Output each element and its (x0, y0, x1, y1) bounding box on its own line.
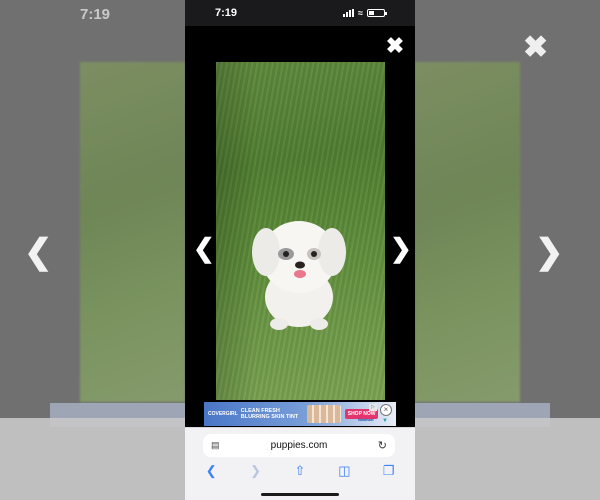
reload-icon[interactable]: ↻ (378, 439, 387, 452)
address-bar[interactable]: ▤ puppies.com ↻ (203, 434, 395, 457)
backdrop-chevron-right-icon: ❯ (535, 233, 564, 271)
bookmarks-icon[interactable]: ◫ (333, 463, 355, 479)
back-icon[interactable]: ❮ (200, 463, 222, 479)
ad-close-icon[interactable]: × (380, 404, 392, 416)
page-menu-icon[interactable]: ▤ (211, 440, 220, 451)
browser-toolbar: ❮ ❯ ⇧ ◫ ❐ (185, 462, 415, 480)
backdrop-right: ✖ ❯ (415, 0, 600, 500)
chevron-right-icon[interactable]: ❯ (390, 235, 412, 261)
ad-retailer: Walmart (358, 417, 374, 422)
ad-brand: COVERGIRL (208, 411, 238, 417)
home-indicator[interactable] (261, 493, 339, 496)
close-icon[interactable]: ✖ (385, 35, 405, 57)
tabs-icon[interactable]: ❐ (378, 463, 400, 479)
url-text: puppies.com (270, 440, 328, 451)
backdrop-time: 7:19 (80, 6, 111, 23)
screen: 7:19 ❮ ✖ ❯ 7:19 ≈ ✖ ❮ ❯ COVERGIRL CLEAN … (0, 0, 600, 500)
backdrop-browser-bar (0, 418, 185, 500)
backdrop-close-icon: ✖ (523, 31, 549, 64)
browser-bar: ▤ puppies.com ↻ ❮ ❯ ⇧ ◫ ❐ (185, 427, 415, 500)
ad-banner[interactable]: COVERGIRL CLEAN FRESH BLURRING SKIN TINT… (204, 402, 396, 426)
ad-headline: CLEAN FRESH BLURRING SKIN TINT (240, 408, 299, 420)
backdrop-chevron-left-icon: ❮ (24, 233, 53, 271)
dog-photo (216, 62, 385, 400)
backdrop-browser-bar (415, 418, 600, 500)
status-bar: 7:19 ≈ (185, 0, 415, 26)
ad-filter-icon[interactable]: ▼ (382, 418, 388, 424)
chevron-left-icon[interactable]: ❮ (193, 235, 215, 261)
puppy-image (252, 221, 346, 330)
phone-screen: 7:19 ≈ ✖ ❮ ❯ COVERGIRL CLEAN FRESH BLURR… (185, 0, 415, 500)
status-icons: ≈ (343, 8, 387, 18)
battery-icon (367, 9, 387, 17)
forward-icon[interactable]: ❯ (245, 463, 267, 479)
wifi-icon: ≈ (358, 8, 363, 18)
backdrop-photo (415, 62, 520, 402)
share-icon[interactable]: ⇧ (289, 463, 311, 479)
status-time: 7:19 (215, 7, 238, 19)
ad-product-image (306, 405, 341, 423)
signal-icon (343, 9, 355, 17)
backdrop-left: 7:19 ❮ (0, 0, 185, 500)
backdrop-photo (80, 62, 185, 402)
ad-info-icon[interactable]: ▷ (369, 404, 377, 411)
